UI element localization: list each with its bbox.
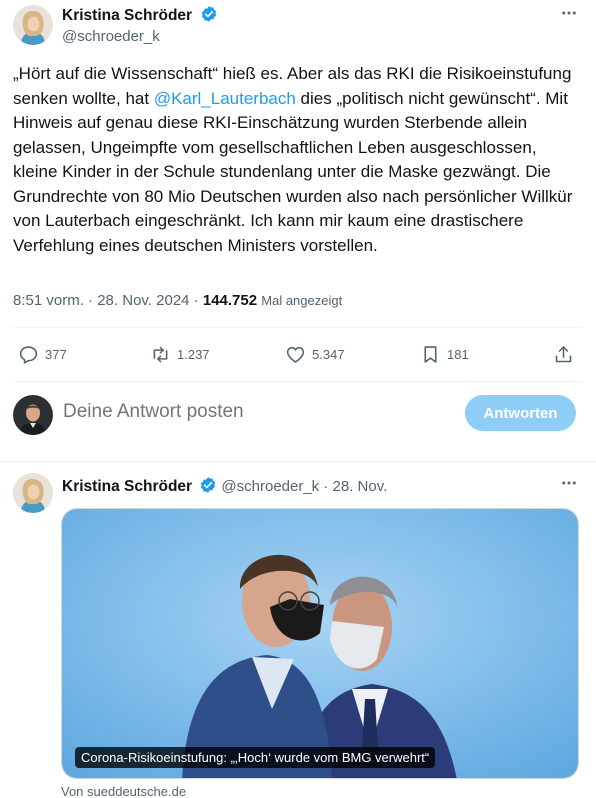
author-avatar[interactable] — [13, 5, 53, 45]
verified-badge-icon — [201, 477, 216, 493]
repost-icon — [153, 346, 168, 362]
like-button[interactable]: 5.347 — [285, 339, 345, 369]
link-card[interactable]: Corona-Risikoeinstufung: „‚Hoch‘ wurde v… — [61, 508, 579, 779]
tweet-date[interactable]: 28. Nov. 2024 — [97, 292, 189, 309]
verified-badge-icon — [201, 6, 216, 22]
repost-button[interactable]: 1.237 — [150, 339, 210, 369]
reply-submit-button[interactable]: Antworten — [465, 395, 576, 431]
bookmark-count: 181 — [447, 346, 469, 362]
divider — [0, 461, 596, 462]
share-button[interactable] — [553, 339, 574, 369]
reply-button[interactable]: 377 — [18, 339, 67, 369]
reply-icon — [19, 345, 38, 364]
meta-separator: · — [88, 292, 98, 309]
meta-separator: · — [193, 292, 203, 309]
share-icon — [555, 345, 572, 362]
bookmark-icon — [424, 345, 437, 363]
author-handle[interactable]: @schroeder_k — [62, 28, 218, 45]
action-bar: 377 1.237 5.347 181 — [13, 339, 579, 369]
meta-separator: · — [323, 478, 333, 495]
reply-composer: Antworten — [13, 393, 579, 437]
current-user-avatar[interactable] — [13, 395, 53, 435]
link-card-image — [62, 509, 578, 778]
second-author-avatar[interactable] — [13, 473, 53, 513]
tweet-meta: 8:51 vorm. · 28. Nov. 2024 · 144.752 Mal… — [13, 292, 342, 309]
views-count[interactable]: 144.752 — [203, 292, 257, 309]
tweet-text-part: dies „politisch nicht gewünscht“. Mit Hi… — [13, 88, 573, 255]
more-horizontal-icon[interactable] — [560, 4, 578, 27]
more-horizontal-icon[interactable] — [560, 474, 578, 497]
reply-input[interactable] — [63, 401, 443, 423]
repost-count: 1.237 — [177, 346, 210, 362]
like-count: 5.347 — [312, 346, 345, 362]
link-card-source[interactable]: Von sueddeutsche.de — [61, 784, 186, 798]
second-tweet-date[interactable]: 28. Nov. — [333, 478, 388, 495]
divider — [13, 381, 583, 382]
second-author-handle[interactable]: @schroeder_k — [221, 478, 319, 495]
link-card-title: Corona-Risikoeinstufung: „‚Hoch‘ wurde v… — [75, 747, 436, 768]
divider — [13, 327, 583, 328]
heart-icon — [286, 346, 305, 363]
mention-link[interactable]: @Karl_Lauterbach — [154, 89, 296, 108]
tweet-time[interactable]: 8:51 vorm. — [13, 292, 84, 309]
second-author-block: Kristina Schröder @schroeder_k · 28. Nov… — [62, 476, 387, 496]
author-name[interactable]: Kristina Schröder — [62, 7, 192, 24]
views-label: Mal angezeigt — [261, 293, 343, 308]
bookmark-button[interactable]: 181 — [420, 339, 469, 369]
reply-count: 377 — [45, 346, 67, 362]
tweet-text: „Hört auf die Wissenschaft“ hieß es. Abe… — [13, 62, 579, 258]
second-author-name[interactable]: Kristina Schröder — [62, 478, 192, 495]
author-block: Kristina Schröder @schroeder_k — [62, 5, 218, 45]
